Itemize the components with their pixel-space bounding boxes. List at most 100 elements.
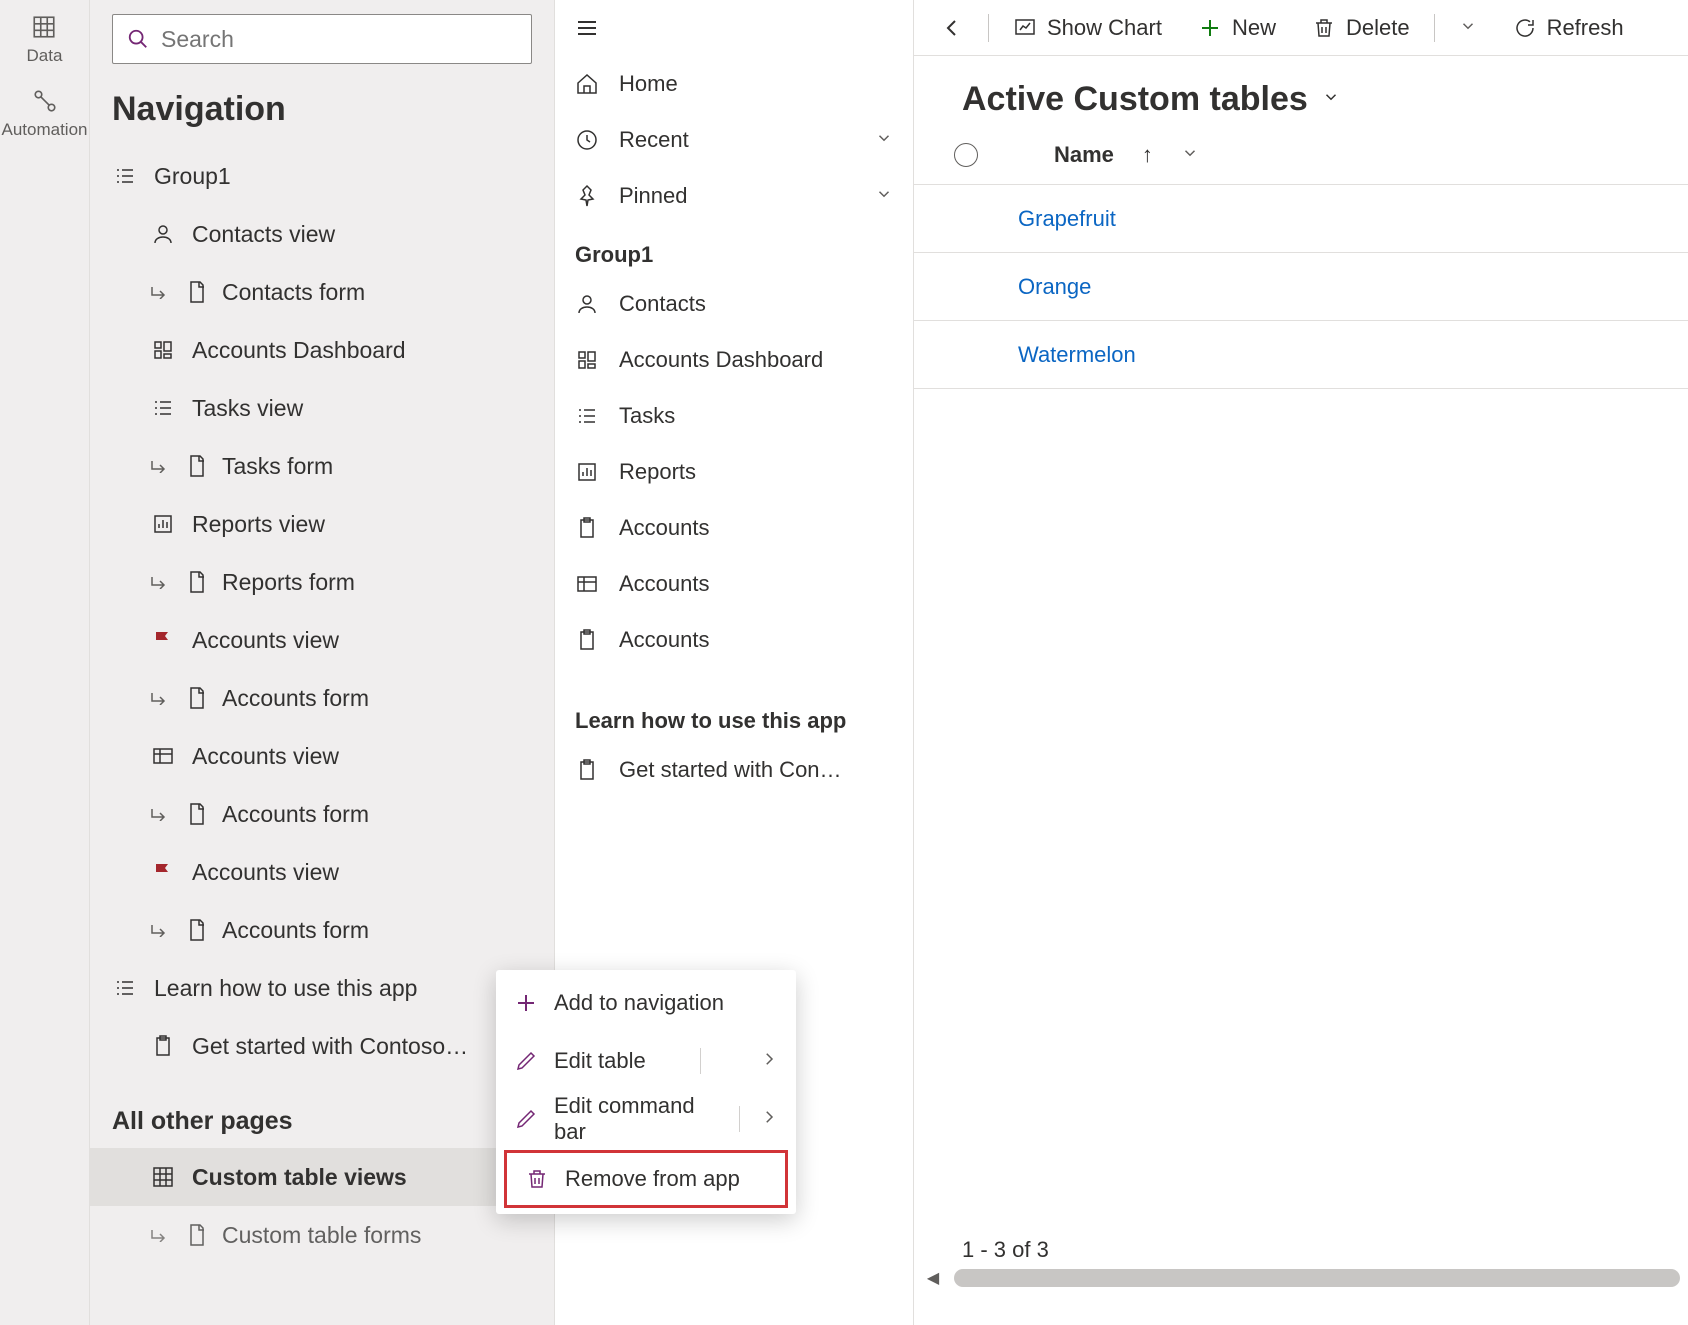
pin-icon — [575, 184, 599, 208]
nav-item-accounts-form-3[interactable]: Accounts form — [90, 901, 554, 959]
subtree-icon — [150, 1228, 168, 1242]
chevron-down-icon[interactable] — [875, 183, 893, 209]
sitemap-getstarted-label: Get started with Con… — [619, 757, 842, 783]
ctx-add-to-navigation[interactable]: Add to navigation — [496, 974, 796, 1032]
new-button[interactable]: New — [1184, 9, 1290, 47]
flag-icon — [151, 628, 175, 652]
nav-getstarted[interactable]: Get started with Contoso… — [90, 1017, 554, 1075]
refresh-icon — [1513, 16, 1537, 40]
search-input[interactable] — [161, 26, 517, 53]
plus-icon — [514, 991, 538, 1015]
sitemap-accounts-1[interactable]: Accounts — [555, 500, 913, 556]
nav-item-tasks-view[interactable]: Tasks view — [90, 379, 554, 437]
sitemap-item-label: Contacts — [619, 291, 706, 317]
nav-item-label: Accounts form — [222, 801, 369, 828]
delete-dropdown[interactable] — [1445, 9, 1491, 47]
ctx-label: Remove from app — [565, 1166, 740, 1192]
nav-other-label: Custom table views — [192, 1164, 407, 1191]
ctx-label: Edit command bar — [554, 1093, 723, 1145]
nav-other-custom-forms[interactable]: Custom table forms — [90, 1206, 554, 1264]
ctx-edit-table[interactable]: Edit table — [496, 1032, 796, 1090]
ctx-edit-command-bar[interactable]: Edit command bar — [496, 1090, 796, 1148]
back-button[interactable] — [926, 10, 978, 46]
subtree-icon — [150, 285, 168, 299]
select-all-checkbox[interactable] — [954, 143, 978, 167]
rail-data[interactable]: Data — [27, 14, 63, 66]
sitemap-accounts-3[interactable]: Accounts — [555, 612, 913, 668]
search-box[interactable] — [112, 14, 532, 64]
delete-label: Delete — [1346, 15, 1410, 41]
dashboard-icon — [151, 338, 175, 362]
grid-icon — [31, 14, 57, 40]
subtree-icon — [150, 459, 168, 473]
rail-data-label: Data — [27, 46, 63, 66]
sitemap-reports[interactable]: Reports — [555, 444, 913, 500]
refresh-button[interactable]: Refresh — [1499, 9, 1638, 47]
sitemap-tasks[interactable]: Tasks — [555, 388, 913, 444]
sitemap-getstarted[interactable]: Get started with Con… — [555, 742, 913, 798]
subtree-icon — [150, 923, 168, 937]
sitemap-pinned[interactable]: Pinned — [555, 168, 913, 224]
row-link[interactable]: Watermelon — [1018, 342, 1136, 368]
nav-group1[interactable]: Group1 — [90, 147, 554, 205]
ctx-remove-from-app[interactable]: Remove from app — [504, 1150, 788, 1208]
nav-item-accounts-view-1[interactable]: Accounts view — [90, 611, 554, 669]
ctx-label: Add to navigation — [554, 990, 724, 1016]
nav-item-accounts-form-2[interactable]: Accounts form — [90, 785, 554, 843]
nav-item-label: Accounts view — [192, 859, 339, 886]
sitemap-dashboard[interactable]: Accounts Dashboard — [555, 332, 913, 388]
nav-item-reports-form[interactable]: Reports form — [90, 553, 554, 611]
separator — [1434, 14, 1435, 42]
hamburger-icon[interactable] — [575, 16, 599, 40]
list-icon — [113, 976, 137, 1000]
report-icon — [151, 512, 175, 536]
back-icon — [940, 16, 964, 40]
chart-icon — [1013, 16, 1037, 40]
nav-item-accounts-view-3[interactable]: Accounts view — [90, 843, 554, 901]
nav-item-accounts-form-1[interactable]: Accounts form — [90, 669, 554, 727]
sort-asc-icon[interactable]: ↑ — [1142, 142, 1153, 168]
flag-icon — [151, 860, 175, 884]
chevron-down-icon — [1181, 144, 1199, 162]
sitemap-contacts[interactable]: Contacts — [555, 276, 913, 332]
nav-item-reports-view[interactable]: Reports view — [90, 495, 554, 553]
nav-other-custom-views[interactable]: Custom table views ··· — [90, 1148, 554, 1206]
sitemap-home[interactable]: Home — [555, 56, 913, 112]
scrollbar-thumb[interactable] — [954, 1269, 1680, 1287]
nav-item-label: Reports view — [192, 511, 325, 538]
column-dropdown[interactable] — [1181, 142, 1199, 168]
delete-button[interactable]: Delete — [1298, 9, 1424, 47]
sitemap-learn-header: Learn how to use this app — [555, 668, 913, 742]
person-icon — [151, 222, 175, 246]
scroll-left-arrow[interactable]: ◀ — [920, 1269, 946, 1287]
sitemap-accounts-2[interactable]: Accounts — [555, 556, 913, 612]
page-icon — [185, 570, 209, 594]
table-row[interactable]: Grapefruit — [914, 185, 1688, 253]
row-link[interactable]: Orange — [1018, 274, 1091, 300]
nav-item-contacts-form[interactable]: Contacts form — [90, 263, 554, 321]
home-icon — [575, 72, 599, 96]
table-row[interactable]: Orange — [914, 253, 1688, 321]
nav-item-accounts-view-2[interactable]: Accounts view — [90, 727, 554, 785]
main-panel: Show Chart New Delete Refresh Active Cus… — [914, 0, 1688, 1325]
sitemap-recent[interactable]: Recent — [555, 112, 913, 168]
row-link[interactable]: Grapefruit — [1018, 206, 1116, 232]
nav-item-tasks-form[interactable]: Tasks form — [90, 437, 554, 495]
rail-automation[interactable]: Automation — [2, 88, 88, 140]
nav-item-accounts-dashboard[interactable]: Accounts Dashboard — [90, 321, 554, 379]
pencil-icon — [514, 1049, 538, 1073]
column-name[interactable]: Name — [1054, 142, 1114, 168]
chevron-down-icon[interactable] — [875, 127, 893, 153]
sitemap-group1: Group1 — [555, 224, 913, 276]
list-icon — [575, 404, 599, 428]
horizontal-scrollbar[interactable]: ◀ — [914, 1265, 1688, 1291]
view-dropdown[interactable] — [1322, 88, 1340, 111]
show-chart-button[interactable]: Show Chart — [999, 9, 1176, 47]
nav-learn-group[interactable]: Learn how to use this app — [90, 959, 554, 1017]
context-menu: Add to navigation Edit table Edit comman… — [496, 970, 796, 1214]
chevron-right-icon[interactable] — [760, 1106, 778, 1132]
chevron-right-icon[interactable] — [760, 1048, 778, 1074]
chevron-down-icon — [1459, 17, 1477, 35]
table-row[interactable]: Watermelon — [914, 321, 1688, 389]
nav-item-contacts-view[interactable]: Contacts view — [90, 205, 554, 263]
